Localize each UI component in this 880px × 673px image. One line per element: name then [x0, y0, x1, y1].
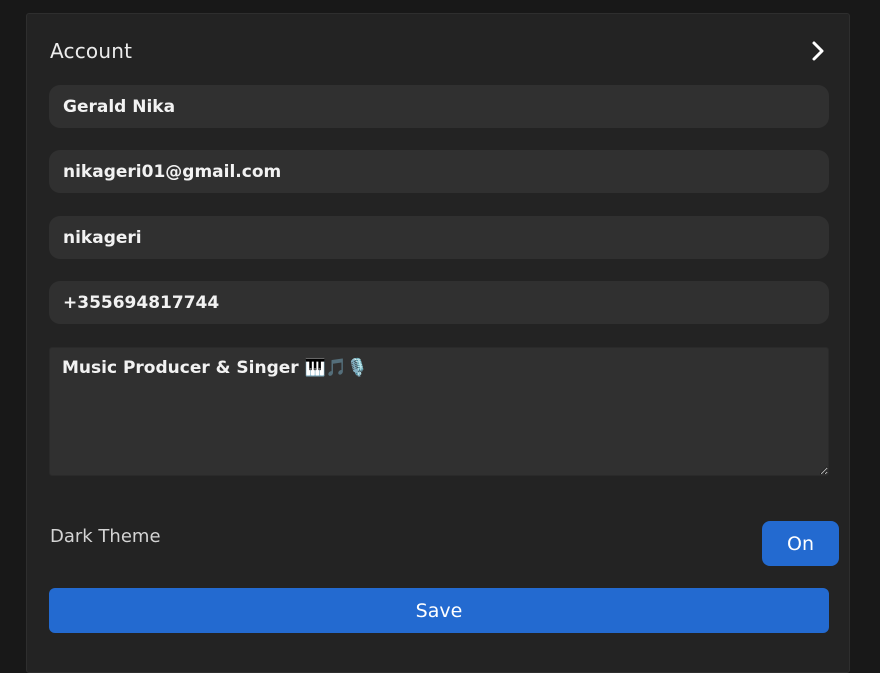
chevron-right-icon[interactable] [809, 40, 827, 62]
phone-field[interactable] [49, 281, 829, 324]
save-button[interactable]: Save [49, 588, 829, 633]
bio-textarea[interactable]: Music Producer & Singer 🎹🎵🎙️ [49, 347, 829, 476]
username-field[interactable] [49, 216, 829, 259]
page-title: Account [50, 39, 133, 63]
email-field[interactable] [49, 150, 829, 193]
name-field[interactable] [49, 85, 829, 128]
account-panel: Account Music Producer & Singer 🎹🎵🎙️ Dar… [26, 13, 850, 673]
account-header: Account [50, 36, 827, 66]
dark-theme-toggle[interactable]: On [762, 521, 839, 566]
dark-theme-label: Dark Theme [50, 526, 161, 547]
